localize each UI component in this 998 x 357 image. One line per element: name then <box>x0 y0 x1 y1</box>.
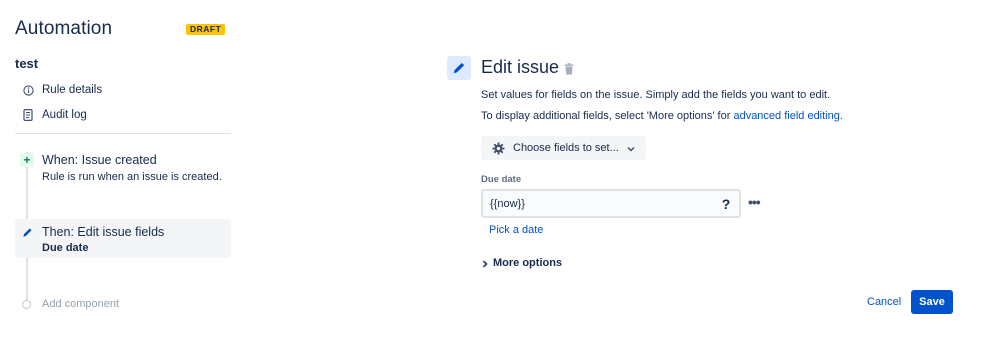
info-prefix: To display additional fields, select 'Mo… <box>481 110 734 122</box>
gear-icon <box>492 141 505 155</box>
chevron-right-icon <box>481 259 489 268</box>
audit-log-link[interactable]: Audit log <box>22 106 87 124</box>
choose-fields-button[interactable]: Choose fields to set... <box>481 136 646 160</box>
trigger-title: When: Issue created <box>42 153 157 167</box>
plus-icon: + <box>20 153 34 167</box>
action-subtitle: Due date <box>42 242 89 254</box>
advanced-field-editing-link[interactable]: advanced field editing. <box>733 110 842 122</box>
page-title: Edit issue <box>481 57 560 77</box>
rule-details-link[interactable]: Rule details <box>22 81 102 99</box>
draft-badge: DRAFT <box>186 24 226 35</box>
document-icon <box>22 109 34 121</box>
due-date-label: Due date <box>481 174 522 185</box>
trigger-component[interactable]: + When: Issue created Rule is run when a… <box>15 151 231 191</box>
sidebar-divider <box>15 133 231 134</box>
description-text: Set values for fields on the issue. Simp… <box>481 89 831 101</box>
pick-date-link[interactable]: Pick a date <box>489 224 543 236</box>
more-options-toggle[interactable]: More options <box>481 257 562 269</box>
more-options-label: More options <box>493 257 563 269</box>
app-title: Automation <box>15 18 113 39</box>
action-title: Then: Edit issue fields <box>42 225 165 239</box>
trash-icon[interactable] <box>564 62 574 75</box>
add-circle-icon <box>22 299 31 309</box>
cancel-button[interactable]: Cancel <box>861 291 907 313</box>
info-text: To display additional fields, select 'Mo… <box>481 110 843 122</box>
help-icon[interactable]: ? <box>720 195 732 213</box>
rule-name: test <box>15 56 39 71</box>
add-component-label: Add component <box>42 298 120 310</box>
action-component[interactable]: Then: Edit issue fields Due date <box>15 219 231 258</box>
trigger-subtitle: Rule is run when an issue is created. <box>42 171 222 183</box>
due-date-input[interactable] <box>481 189 741 218</box>
audit-log-label: Audit log <box>42 109 87 121</box>
choose-fields-label: Choose fields to set... <box>513 142 619 154</box>
rule-details-label: Rule details <box>42 84 103 96</box>
pencil-icon <box>20 225 34 239</box>
info-icon <box>22 84 34 96</box>
more-actions-icon[interactable]: ••• <box>748 195 766 211</box>
add-component-button[interactable]: Add component <box>22 297 119 311</box>
save-button[interactable]: Save <box>911 290 953 314</box>
chevron-down-icon <box>627 144 635 152</box>
edit-issue-icon <box>447 56 471 80</box>
